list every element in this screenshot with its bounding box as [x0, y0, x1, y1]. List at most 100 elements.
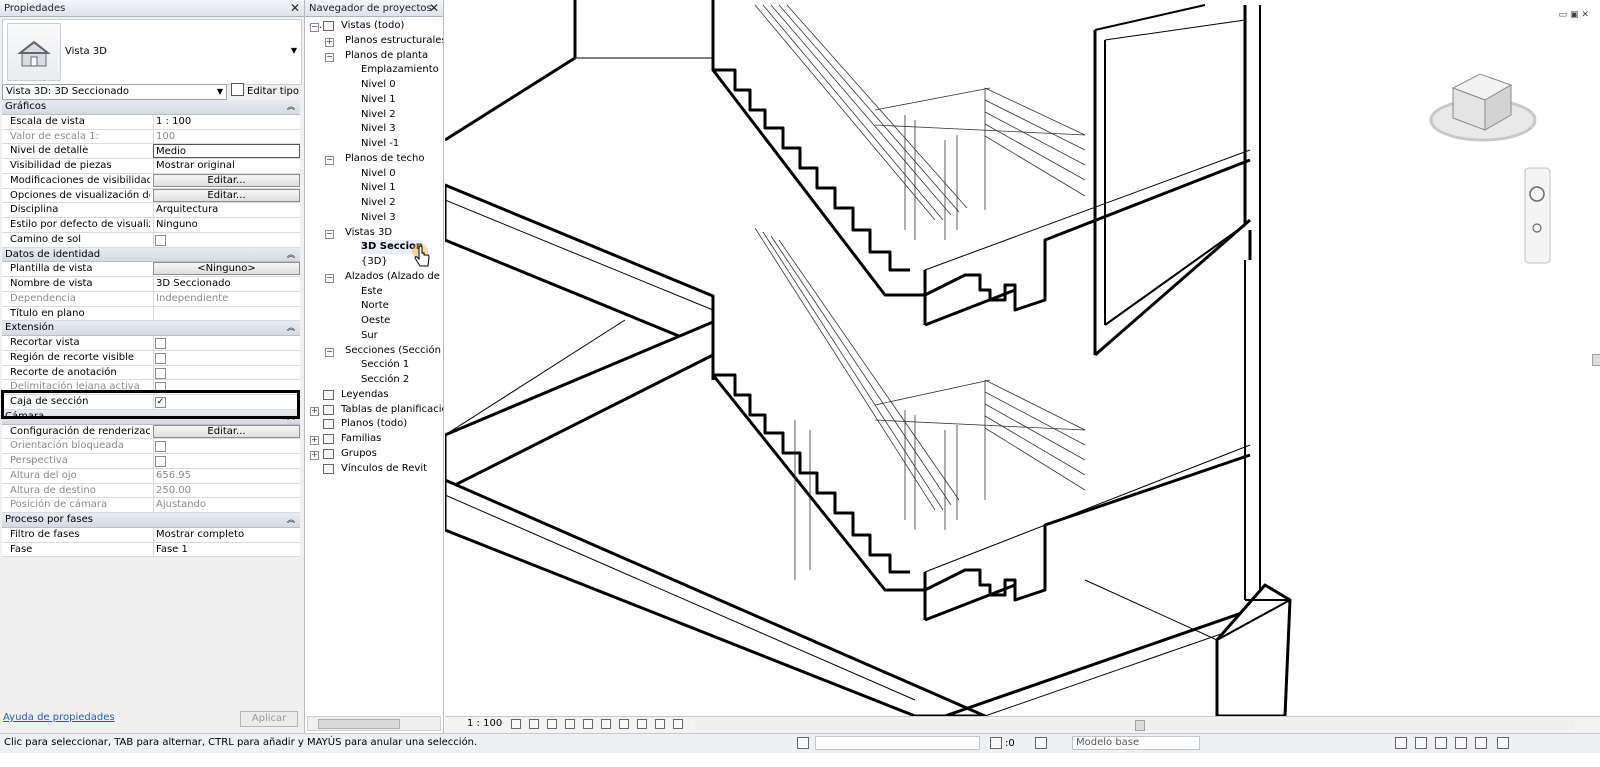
viewport-vertical-scrollbar[interactable] [1592, 18, 1600, 718]
select-pinned-icon[interactable] [1435, 737, 1447, 749]
browser-tree-item[interactable]: Nivel 1 [305, 93, 443, 108]
browser-tree-item[interactable]: + Grupos [305, 447, 443, 462]
browser-tree-item[interactable]: Nivel 3 [305, 122, 443, 137]
tree-toggle-icon[interactable]: + [310, 406, 319, 416]
reveal-hidden-icon[interactable] [673, 719, 683, 729]
shadows-icon[interactable] [565, 719, 575, 729]
properties-close-icon[interactable]: ✕ [290, 0, 300, 17]
property-edit-button[interactable]: Editar... [153, 188, 300, 202]
tree-toggle-icon[interactable]: − [325, 347, 334, 357]
tree-toggle-icon[interactable]: + [325, 37, 334, 47]
collapse-chevron-icon[interactable]: ︽ [287, 410, 295, 423]
property-checkbox[interactable]: ✓ [155, 397, 166, 408]
select-links-icon[interactable] [1395, 737, 1407, 749]
property-value[interactable]: Mostrar completo [153, 527, 300, 542]
tree-toggle-icon[interactable]: + [310, 436, 319, 445]
detail-level-icon[interactable] [511, 719, 521, 729]
collapse-chevron-icon[interactable]: ︽ [287, 321, 295, 334]
tree-toggle-icon[interactable]: + [310, 450, 319, 460]
filter-icon[interactable] [990, 737, 1002, 749]
property-value[interactable]: Medio [153, 144, 300, 158]
browser-tree-item[interactable]: − Vistas (todo) [305, 19, 443, 34]
property-value[interactable]: Fase 1 [153, 542, 300, 557]
design-option-dropdown[interactable]: Modelo base [1072, 736, 1200, 750]
collapse-chevron-icon[interactable]: ︽ [287, 100, 295, 113]
browser-tree-item[interactable]: Sección 1 [305, 358, 443, 373]
scrollbar-thumb[interactable] [318, 719, 400, 729]
browser-tree-item[interactable]: Nivel 0 [305, 78, 443, 93]
property-checkbox[interactable] [155, 234, 166, 246]
browser-tree-item[interactable]: Nivel 2 [305, 196, 443, 211]
browser-tree-item[interactable]: Emplazamiento [305, 63, 443, 78]
browser-tree-item[interactable]: Nivel 1 [305, 181, 443, 196]
type-dropdown-arrow-icon[interactable]: ▼ [291, 46, 297, 55]
property-checkbox[interactable] [155, 456, 166, 467]
apply-button[interactable]: Aplicar [240, 711, 298, 727]
browser-tree-item[interactable]: − Planos de planta [305, 49, 443, 64]
property-value[interactable]: Ninguno [153, 218, 300, 232]
property-edit-button[interactable]: <Ninguno> [153, 262, 300, 276]
tree-toggle-icon[interactable]: − [325, 229, 334, 239]
show-crop-region-icon[interactable] [619, 719, 629, 729]
design-options-icon[interactable] [1035, 737, 1047, 749]
crop-view-icon[interactable] [601, 719, 611, 729]
property-checkbox[interactable] [155, 367, 166, 379]
3d-viewport[interactable]: ▭▣✕ 1 : 100 [445, 0, 1600, 748]
property-section-header[interactable]: Gráficos ︽ [2, 100, 300, 115]
browser-tree-item[interactable]: − Planos de techo [305, 152, 443, 167]
sun-path-icon[interactable] [547, 719, 557, 729]
tree-toggle-icon[interactable]: − [325, 273, 334, 283]
browser-tree-item[interactable]: Este [305, 285, 443, 300]
property-checkbox[interactable] [155, 338, 166, 349]
viewport-window-controls[interactable]: ▭▣✕ [1558, 10, 1592, 20]
browser-tree-item[interactable]: Nivel -1 [305, 137, 443, 152]
lock-3d-view-icon[interactable] [637, 719, 647, 729]
property-value[interactable] [153, 306, 300, 321]
temporary-hide-icon[interactable] [655, 719, 665, 729]
tree-toggle-icon[interactable]: − [325, 155, 334, 165]
browser-tree-item[interactable]: Leyendas [305, 388, 443, 403]
browser-tree-item[interactable]: Nivel 3 [305, 211, 443, 226]
worksets-icon[interactable] [797, 737, 809, 749]
property-section-header[interactable]: Datos de identidad ︽ [2, 247, 300, 263]
browser-tree-item[interactable]: − Vistas 3D [305, 226, 443, 241]
edit-type-button[interactable]: Editar tipo [231, 83, 299, 100]
property-section-header[interactable]: Cámara ︽ [2, 409, 300, 425]
properties-help-link[interactable]: Ayuda de propiedades [3, 712, 115, 723]
property-section-header[interactable]: Proceso por fases ︽ [2, 513, 300, 528]
browser-tree-item[interactable]: + Planos estructurales [305, 34, 443, 49]
browser-tree-item[interactable]: + Tablas de planificación [305, 403, 443, 418]
browser-tree-item[interactable]: + Familias [305, 432, 443, 447]
browser-horizontal-scrollbar[interactable] [307, 716, 441, 731]
browser-tree-item[interactable]: Nivel 0 [305, 167, 443, 182]
property-checkbox[interactable] [155, 352, 166, 364]
browser-tree-item[interactable]: Nivel 2 [305, 108, 443, 123]
browser-tree-item[interactable]: − Secciones (Sección de [305, 344, 443, 359]
browser-tree-item[interactable]: − Alzados (Alzado de ed [305, 270, 443, 285]
browser-tree-item[interactable]: Norte [305, 299, 443, 314]
browser-tree-item[interactable]: Sur [305, 329, 443, 344]
visual-style-icon[interactable] [529, 719, 539, 729]
collapse-chevron-icon[interactable]: ︽ [287, 248, 295, 261]
property-value[interactable]: 1 : 100 [153, 114, 300, 129]
property-edit-button[interactable]: Editar... [153, 173, 300, 187]
browser-tree-item[interactable]: Vínculos de Revit [305, 462, 443, 477]
property-value[interactable]: Mostrar original [153, 159, 300, 173]
property-checkbox[interactable] [155, 382, 166, 394]
property-edit-button[interactable]: Editar... [153, 424, 300, 438]
select-underlay-icon[interactable] [1415, 737, 1427, 749]
scrollbar-thumb[interactable] [1592, 354, 1600, 366]
viewcube[interactable] [1429, 73, 1537, 142]
property-checkbox[interactable] [155, 441, 166, 453]
viewport-horizontal-scrollbar[interactable] [695, 719, 1575, 731]
view-instance-dropdown[interactable]: Vista 3D: 3D Seccionado ▼ [2, 84, 227, 100]
render-icon[interactable] [583, 719, 593, 729]
tree-toggle-icon[interactable]: − [325, 52, 334, 62]
property-value[interactable]: Arquitectura [153, 203, 300, 217]
view-scale-label[interactable]: 1 : 100 [467, 718, 502, 729]
browser-tree-item[interactable]: Sección 2 [305, 373, 443, 388]
selection-filter-icon[interactable] [1497, 737, 1509, 749]
scrollbar-thumb[interactable] [1135, 720, 1145, 731]
property-value[interactable]: 3D Seccionado [153, 277, 300, 291]
select-by-face-icon[interactable] [1455, 737, 1467, 749]
